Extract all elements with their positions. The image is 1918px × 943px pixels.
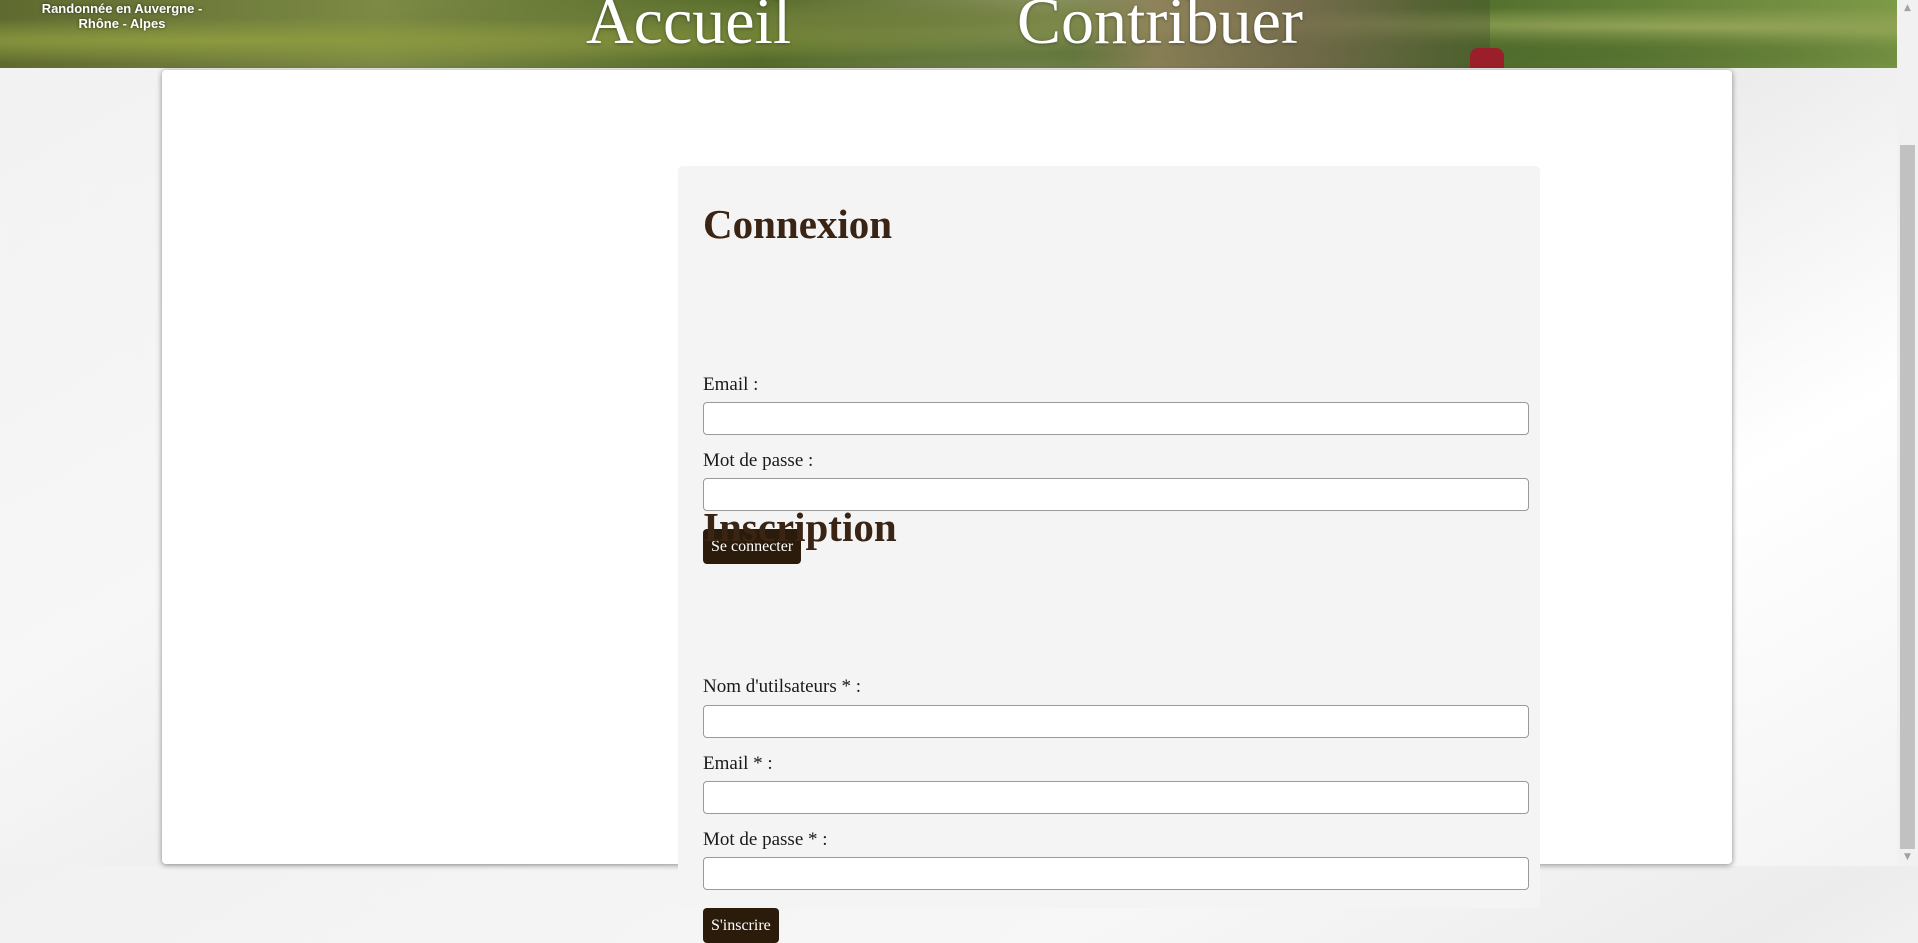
nav-link-contribuer[interactable]: Contribuer xyxy=(1017,0,1303,62)
register-submit-button[interactable]: S'inscrire xyxy=(703,908,779,943)
scroll-up-arrow-icon[interactable]: ▲ xyxy=(1897,0,1918,17)
register-username-label: Nom d'utilsateurs * : xyxy=(703,676,862,697)
banner-photo-detail xyxy=(1470,48,1504,68)
register-email-input[interactable] xyxy=(703,781,1529,814)
main-card: Connexion Email : Mot de passe : Se conn… xyxy=(162,70,1732,943)
site-logo[interactable]: Randonnée en Auvergne - Rhône - Alpes xyxy=(22,0,222,31)
scroll-down-arrow-icon[interactable]: ▼ xyxy=(1897,849,1918,866)
register-email-label: Email * : xyxy=(703,753,773,774)
login-email-input[interactable] xyxy=(703,402,1529,435)
logo-line-1: Randonnée en Auvergne - xyxy=(41,1,203,16)
logo-line-2: Rhône - Alpes xyxy=(78,16,166,31)
scrollbar-thumb[interactable] xyxy=(1900,145,1915,849)
register-title: Inscription xyxy=(703,504,897,550)
nav-link-accueil[interactable]: Accueil xyxy=(586,0,791,62)
page-scrollbar[interactable]: ▲ ▼ xyxy=(1897,0,1918,866)
register-password-label: Mot de passe * : xyxy=(703,829,828,850)
login-email-label: Email : xyxy=(703,374,759,395)
auth-panel: Connexion Email : Mot de passe : Se conn… xyxy=(678,166,1540,943)
login-password-label: Mot de passe : xyxy=(703,450,814,471)
header-banner: Randonnée en Auvergne - Rhône - Alpes Ac… xyxy=(0,0,1897,68)
register-username-input[interactable] xyxy=(703,705,1529,738)
register-password-input[interactable] xyxy=(703,857,1529,890)
login-title: Connexion xyxy=(703,201,893,247)
